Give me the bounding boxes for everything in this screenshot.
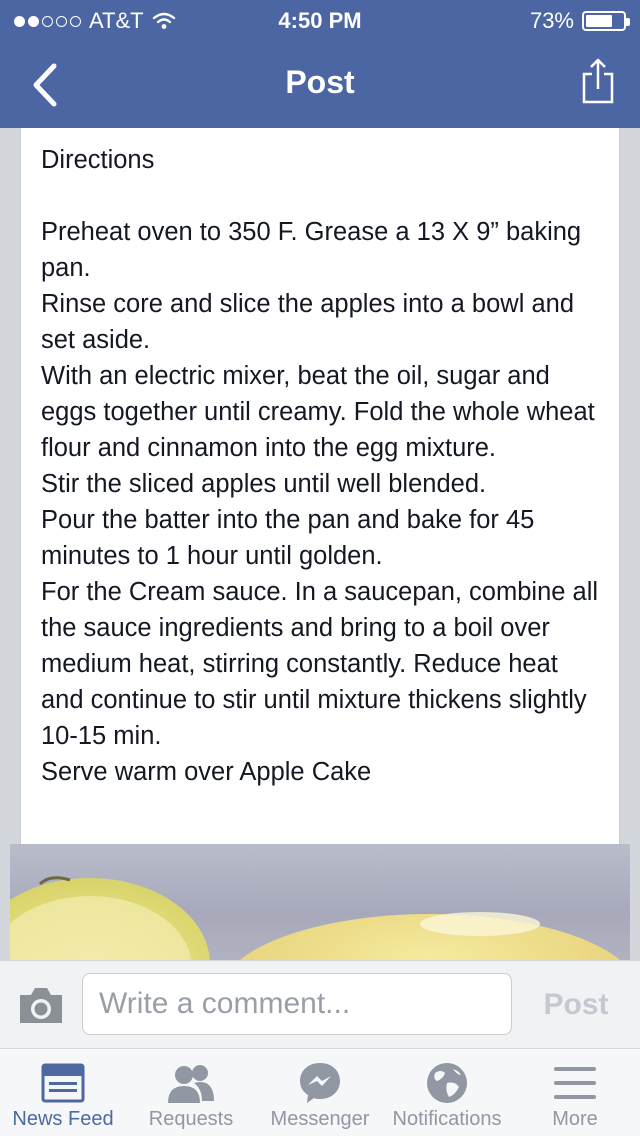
page-title: Post — [285, 64, 355, 100]
post-text: Directions Preheat oven to 350 F. Grease… — [21, 128, 619, 790]
battery-percent: 73% — [529, 8, 574, 33]
tab-bar: News Feed Requests Messenger Notificatio… — [0, 1048, 640, 1136]
tab-notifications[interactable]: Notifications — [384, 1049, 510, 1136]
tab-label: Messenger — [270, 1108, 370, 1130]
comment-input[interactable] — [82, 973, 512, 1035]
tab-more[interactable]: More — [510, 1049, 640, 1136]
tab-label: Notifications — [392, 1108, 502, 1130]
tab-messenger[interactable]: Messenger — [256, 1049, 384, 1136]
battery-fill — [586, 15, 612, 27]
battery-icon — [582, 11, 630, 31]
tab-label: News Feed — [12, 1108, 114, 1130]
tab-news-feed[interactable]: News Feed — [0, 1049, 126, 1136]
news-feed-icon — [41, 1063, 85, 1103]
post-content[interactable]: Directions Preheat oven to 350 F. Grease… — [0, 128, 640, 960]
nav-bar: Post — [0, 40, 640, 128]
direction-step: With an electric mixer, beat the oil, su… — [41, 362, 595, 462]
post-card: Directions Preheat oven to 350 F. Grease… — [20, 128, 620, 844]
app-header: AT&T 4:50 PM 73% Post — [0, 0, 640, 128]
direction-step: Preheat oven to 350 F. Grease a 13 X 9” … — [41, 218, 582, 282]
menu-icon — [554, 1067, 596, 1099]
direction-step: Rinse core and slice the apples into a b… — [41, 290, 574, 354]
post-photo[interactable] — [10, 844, 630, 960]
messenger-icon — [300, 1063, 340, 1103]
camera-icon[interactable] — [16, 981, 66, 1029]
globe-icon — [427, 1063, 467, 1103]
post-comment-button[interactable]: Post — [524, 983, 628, 1027]
status-bar: AT&T 4:50 PM 73% — [0, 0, 640, 40]
comment-bar: Post — [0, 960, 640, 1048]
share-icon[interactable] — [580, 56, 616, 106]
direction-step: Stir the sliced apples until well blende… — [41, 470, 487, 498]
direction-step: Serve warm over Apple Cake — [41, 758, 372, 786]
tab-label: Requests — [148, 1108, 234, 1130]
directions-heading: Directions — [41, 146, 155, 174]
direction-step: For the Cream sauce. In a saucepan, comb… — [41, 578, 599, 750]
status-right: 73% — [529, 8, 630, 34]
tab-label: More — [552, 1108, 598, 1130]
direction-step: Pour the batter into the pan and bake fo… — [41, 506, 535, 570]
apple-cake-photo — [10, 876, 621, 960]
tab-requests[interactable]: Requests — [126, 1049, 256, 1136]
requests-icon — [168, 1065, 214, 1103]
